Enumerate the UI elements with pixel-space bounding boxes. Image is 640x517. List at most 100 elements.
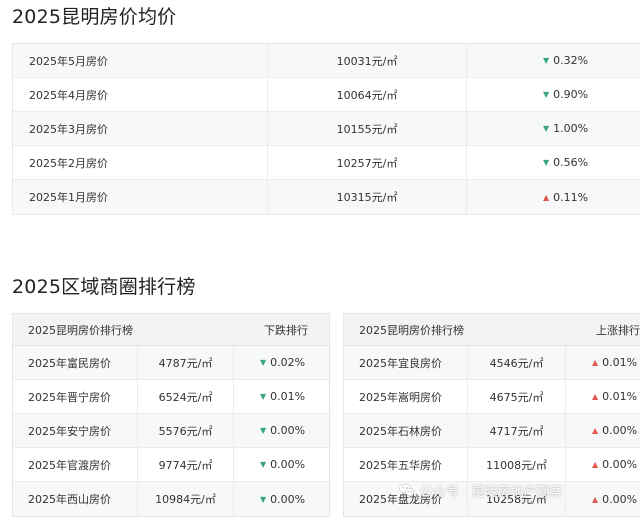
table-row: 2025年官渡房价 9774元/㎡ ▼ 0.00%	[13, 448, 329, 482]
trend-down-icon: ▼	[260, 494, 267, 504]
change-cell: ▲ 0.00%	[566, 482, 637, 516]
change-value: 1.00%	[553, 122, 589, 135]
header-rank: 下跌排行	[264, 323, 308, 337]
table-row: 2025年石林房价 4717元/㎡ ▲ 0.00%	[344, 414, 640, 448]
price-cell: 4717元/㎡	[468, 414, 566, 447]
table-row: 2025年3月房价 10155元/㎡ ▼ 1.00%	[13, 112, 640, 146]
trend-up-icon: ▲	[543, 192, 550, 202]
change-value: 0.00%	[602, 424, 638, 437]
trend-down-icon: ▼	[543, 158, 550, 167]
table-row: 2025年西山房价 10984元/㎡ ▼ 0.00%	[13, 482, 329, 516]
district-cell: 2025年五华房价	[344, 448, 468, 481]
change-value: 0.01%	[602, 356, 638, 369]
change-cell: ▼ 0.00%	[234, 482, 305, 516]
price-cell: 4787元/㎡	[138, 346, 234, 379]
month-cell: 2025年3月房价	[13, 112, 268, 145]
price-cell: 10064元/㎡	[268, 78, 467, 111]
district-cell: 2025年官渡房价	[13, 448, 138, 481]
trend-down-icon: ▼	[543, 90, 550, 99]
change-value: 0.56%	[553, 156, 589, 169]
trend-down-icon: ▼	[260, 392, 267, 401]
price-cell: 10257元/㎡	[268, 146, 467, 179]
change-cell: ▲ 0.11%	[467, 180, 640, 214]
change-value: 0.11%	[553, 190, 589, 204]
trend-up-icon: ▲	[592, 494, 599, 504]
district-cell: 2025年安宁房价	[13, 414, 138, 447]
change-value: 0.01%	[270, 390, 306, 403]
district-cell: 2025年西山房价	[13, 482, 138, 516]
trend-up-icon: ▲	[592, 460, 599, 469]
header-name: 2025昆明房价排行榜	[28, 323, 133, 337]
change-cell: ▼ 0.01%	[234, 380, 305, 413]
month-cell: 2025年5月房价	[13, 44, 268, 77]
month-cell: 2025年2月房价	[13, 146, 268, 179]
price-cell: 4675元/㎡	[468, 380, 566, 413]
price-cell: 10031元/㎡	[268, 44, 467, 77]
table-row: 2025年富民房价 4787元/㎡ ▼ 0.02%	[13, 346, 329, 380]
change-cell: ▼ 0.56%	[467, 146, 640, 179]
month-cell: 2025年4月房价	[13, 78, 268, 111]
table-header: 2025昆明房价排行榜 上涨排行	[344, 314, 640, 346]
table-row: 2025年嵩明房价 4675元/㎡ ▲ 0.01%	[344, 380, 640, 414]
price-cell: 11008元/㎡	[468, 448, 566, 481]
table-row: 2025年五华房价 11008元/㎡ ▲ 0.00%	[344, 448, 640, 482]
price-cell: 10984元/㎡	[138, 482, 234, 516]
change-cell: ▼ 0.00%	[234, 448, 305, 481]
trend-down-icon: ▼	[543, 56, 550, 65]
trend-down-icon: ▼	[260, 460, 267, 469]
price-cell: 10315元/㎡	[268, 180, 467, 214]
change-value: 0.32%	[553, 54, 589, 67]
change-cell: ▼ 0.90%	[467, 78, 640, 111]
trend-up-icon: ▲	[592, 358, 599, 367]
table-row: 2025年1月房价 10315元/㎡ ▲ 0.11%	[13, 180, 640, 214]
trend-down-icon: ▼	[260, 358, 267, 367]
header-rank: 上涨排行	[596, 323, 640, 337]
trend-up-icon: ▲	[592, 392, 599, 401]
avg-price-table: 2025年5月房价 10031元/㎡ ▼ 0.32% 2025年4月房价 1006…	[12, 43, 640, 215]
change-cell: ▲ 0.00%	[566, 448, 637, 481]
trend-up-icon: ▲	[592, 426, 599, 435]
change-cell: ▲ 0.01%	[566, 346, 637, 379]
district-cell: 2025年宜良房价	[344, 346, 468, 379]
avg-price-title: 2025昆明房价均价	[12, 6, 177, 28]
month-cell: 2025年1月房价	[13, 180, 268, 214]
change-value: 0.00%	[602, 458, 638, 471]
change-cell: ▼ 0.32%	[467, 44, 640, 77]
district-cell: 2025年富民房价	[13, 346, 138, 379]
header-name: 2025昆明房价排行榜	[359, 323, 464, 337]
change-value: 0.90%	[553, 88, 589, 101]
change-cell: ▼ 1.00%	[467, 112, 640, 145]
change-cell: ▲ 0.01%	[566, 380, 637, 413]
district-cell: 2025年晋宁房价	[13, 380, 138, 413]
change-value: 0.01%	[602, 390, 638, 403]
price-cell: 10155元/㎡	[268, 112, 467, 145]
table-header: 2025昆明房价排行榜 下跌排行	[13, 314, 329, 346]
wechat-icon	[399, 483, 415, 496]
price-cell: 9774元/㎡	[138, 448, 234, 481]
change-value: 0.02%	[270, 356, 306, 369]
watermark: 公众号 · 昆明房地产观察	[398, 479, 562, 501]
table-row: 2025年安宁房价 5576元/㎡ ▼ 0.00%	[13, 414, 329, 448]
change-value: 0.00%	[270, 492, 306, 506]
price-cell: 4546元/㎡	[468, 346, 566, 379]
trend-down-icon: ▼	[543, 124, 550, 133]
change-value: 0.00%	[602, 492, 638, 506]
change-value: 0.00%	[270, 424, 306, 437]
district-cell: 2025年嵩明房价	[344, 380, 468, 413]
decline-ranking-table: 2025昆明房价排行榜 下跌排行 2025年富民房价 4787元/㎡ ▼ 0.02…	[12, 313, 330, 517]
district-ranking-title: 2025区域商圈排行榜	[12, 276, 196, 298]
price-cell: 6524元/㎡	[138, 380, 234, 413]
table-row: 2025年2月房价 10257元/㎡ ▼ 0.56%	[13, 146, 640, 180]
table-row: 2025年晋宁房价 6524元/㎡ ▼ 0.01%	[13, 380, 329, 414]
district-cell: 2025年石林房价	[344, 414, 468, 447]
change-cell: ▲ 0.00%	[566, 414, 637, 447]
table-row: 2025年宜良房价 4546元/㎡ ▲ 0.01%	[344, 346, 640, 380]
trend-down-icon: ▼	[260, 426, 267, 435]
change-cell: ▼ 0.00%	[234, 414, 305, 447]
table-row: 2025年5月房价 10031元/㎡ ▼ 0.32%	[13, 44, 640, 78]
price-cell: 5576元/㎡	[138, 414, 234, 447]
change-value: 0.00%	[270, 458, 306, 471]
watermark-text: 公众号 · 昆明房地产观察	[420, 484, 563, 500]
change-cell: ▼ 0.02%	[234, 346, 305, 379]
table-row: 2025年4月房价 10064元/㎡ ▼ 0.90%	[13, 78, 640, 112]
